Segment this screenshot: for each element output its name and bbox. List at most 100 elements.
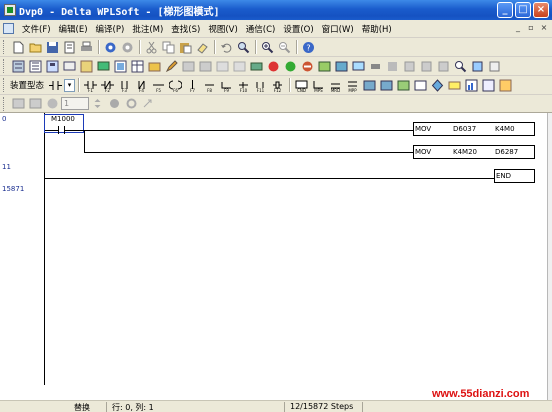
settings-icon-2[interactable]	[419, 59, 434, 74]
compile-icon[interactable]	[79, 59, 94, 74]
contact-no-icon[interactable]	[48, 78, 63, 93]
menu-comment[interactable]: 批注(M)	[128, 23, 167, 35]
refresh-icon[interactable]	[45, 96, 60, 111]
mrd-icon[interactable]: MRD	[328, 78, 343, 93]
end-instruction[interactable]: END	[494, 169, 535, 183]
minimize-button[interactable]: _	[497, 2, 513, 18]
comment-view-icon[interactable]	[62, 59, 77, 74]
maximize-button[interactable]: □	[515, 2, 531, 18]
monitor-icon[interactable]	[351, 59, 366, 74]
step-combo[interactable]: 1	[61, 97, 89, 110]
register-icon[interactable]	[113, 59, 128, 74]
f6-coil-icon[interactable]: F6	[168, 78, 183, 93]
menu-search[interactable]: 查找(S)	[167, 23, 204, 35]
toggle-icon[interactable]	[368, 59, 383, 74]
toolbar-grip[interactable]	[3, 59, 6, 73]
paste-icon[interactable]	[178, 40, 193, 55]
menu-help[interactable]: 帮助(H)	[358, 23, 396, 35]
mdi-minimize-icon[interactable]: _	[513, 23, 523, 33]
jump-icon[interactable]	[141, 96, 156, 111]
device-type-dropdown[interactable]: ▾	[64, 78, 76, 92]
sfc-view-icon[interactable]	[45, 59, 60, 74]
device-monitor-icon[interactable]	[96, 59, 111, 74]
settings-icon-3[interactable]	[436, 59, 451, 74]
f2-contact-icon[interactable]: F2	[100, 78, 115, 93]
toolbar-grip[interactable]	[3, 96, 6, 111]
f7-vline-icon[interactable]: F7	[185, 78, 200, 93]
offline-icon[interactable]	[120, 40, 135, 55]
gray-window-icon-4[interactable]	[232, 59, 247, 74]
menu-settings[interactable]: 设置(O)	[279, 23, 317, 35]
spin-icon[interactable]	[90, 96, 105, 111]
f8-icon[interactable]: F8	[202, 78, 217, 93]
document-icon[interactable]	[3, 23, 14, 34]
ladder-block-icon-3[interactable]	[396, 78, 411, 93]
f5-hline-icon[interactable]: F5	[151, 78, 166, 93]
info-icon[interactable]	[487, 59, 502, 74]
mps-icon[interactable]: MPS	[311, 78, 326, 93]
gray-window-icon-3[interactable]	[215, 59, 230, 74]
run-icon[interactable]	[283, 59, 298, 74]
ladder-block-icon-4[interactable]	[413, 78, 428, 93]
stop-run-icon[interactable]	[300, 59, 315, 74]
instruction-block[interactable]: MOV D6037 K4M0	[413, 122, 535, 136]
gray-box-icon[interactable]	[385, 59, 400, 74]
new-file-icon[interactable]	[11, 40, 26, 55]
ladder-block-icon-2[interactable]	[379, 78, 394, 93]
table-icon[interactable]	[130, 59, 145, 74]
find-icon[interactable]	[236, 40, 251, 55]
toolbar-grip[interactable]	[3, 78, 6, 92]
cnd-icon[interactable]: CND	[294, 78, 309, 93]
record-icon[interactable]	[107, 96, 122, 111]
memory-icon[interactable]	[249, 59, 264, 74]
ladder-view-icon[interactable]	[11, 59, 26, 74]
mpp-icon[interactable]: MPP	[345, 78, 360, 93]
f4-contact-icon[interactable]: F4	[134, 78, 149, 93]
diamond-icon[interactable]	[430, 78, 445, 93]
print-icon[interactable]	[79, 40, 94, 55]
grid-icon[interactable]	[498, 78, 513, 93]
save-icon[interactable]	[45, 40, 60, 55]
print-preview-icon[interactable]	[62, 40, 77, 55]
help-icon[interactable]: ?	[301, 40, 316, 55]
toolbar-grip[interactable]	[3, 40, 6, 54]
menu-view[interactable]: 视图(V)	[204, 23, 241, 35]
read-plc-icon[interactable]	[334, 59, 349, 74]
menu-communication[interactable]: 通信(C)	[242, 23, 280, 35]
ladder-block-icon-1[interactable]	[362, 78, 377, 93]
mdi-restore-icon[interactable]: ▫	[526, 23, 536, 33]
f12-icon[interactable]: F12	[270, 78, 285, 93]
menu-file[interactable]: 文件(F)	[18, 23, 55, 35]
eraser-icon[interactable]	[195, 40, 210, 55]
menu-window[interactable]: 窗口(W)	[318, 23, 358, 35]
online-icon[interactable]	[103, 40, 118, 55]
mdi-close-icon[interactable]: ×	[539, 23, 549, 33]
chart-icon[interactable]	[464, 78, 479, 93]
yellow-folder-icon[interactable]	[147, 59, 162, 74]
gray-window-icon-2[interactable]	[198, 59, 213, 74]
vertical-scrollbar[interactable]	[548, 113, 552, 400]
zoom-in-icon[interactable]	[260, 40, 275, 55]
close-button[interactable]: ×	[533, 2, 549, 18]
f10-icon[interactable]: F10	[236, 78, 251, 93]
tool-icon[interactable]	[470, 59, 485, 74]
stop-icon[interactable]	[266, 59, 281, 74]
write-plc-icon[interactable]	[317, 59, 332, 74]
list-icon[interactable]	[481, 78, 496, 93]
mail-icon[interactable]	[447, 78, 462, 93]
f11-icon[interactable]: F11	[253, 78, 268, 93]
menu-compile[interactable]: 编译(P)	[92, 23, 129, 35]
undo-icon[interactable]	[219, 40, 234, 55]
settings-icon-1[interactable]	[402, 59, 417, 74]
ladder-editor[interactable]: 0 11 15871 M1000 MOV D6037 K4M0 MOV K4M2…	[0, 113, 548, 400]
open-folder-icon[interactable]	[28, 40, 43, 55]
ladder-edit-icon[interactable]	[11, 96, 26, 111]
zoom-out-icon[interactable]	[277, 40, 292, 55]
f9-icon[interactable]: F9	[219, 78, 234, 93]
cycle-icon[interactable]	[124, 96, 139, 111]
gray-window-icon-1[interactable]	[181, 59, 196, 74]
f1-contact-icon[interactable]: F1	[83, 78, 98, 93]
cut-icon[interactable]	[144, 40, 159, 55]
copy-icon[interactable]	[161, 40, 176, 55]
menu-edit[interactable]: 编辑(E)	[55, 23, 92, 35]
